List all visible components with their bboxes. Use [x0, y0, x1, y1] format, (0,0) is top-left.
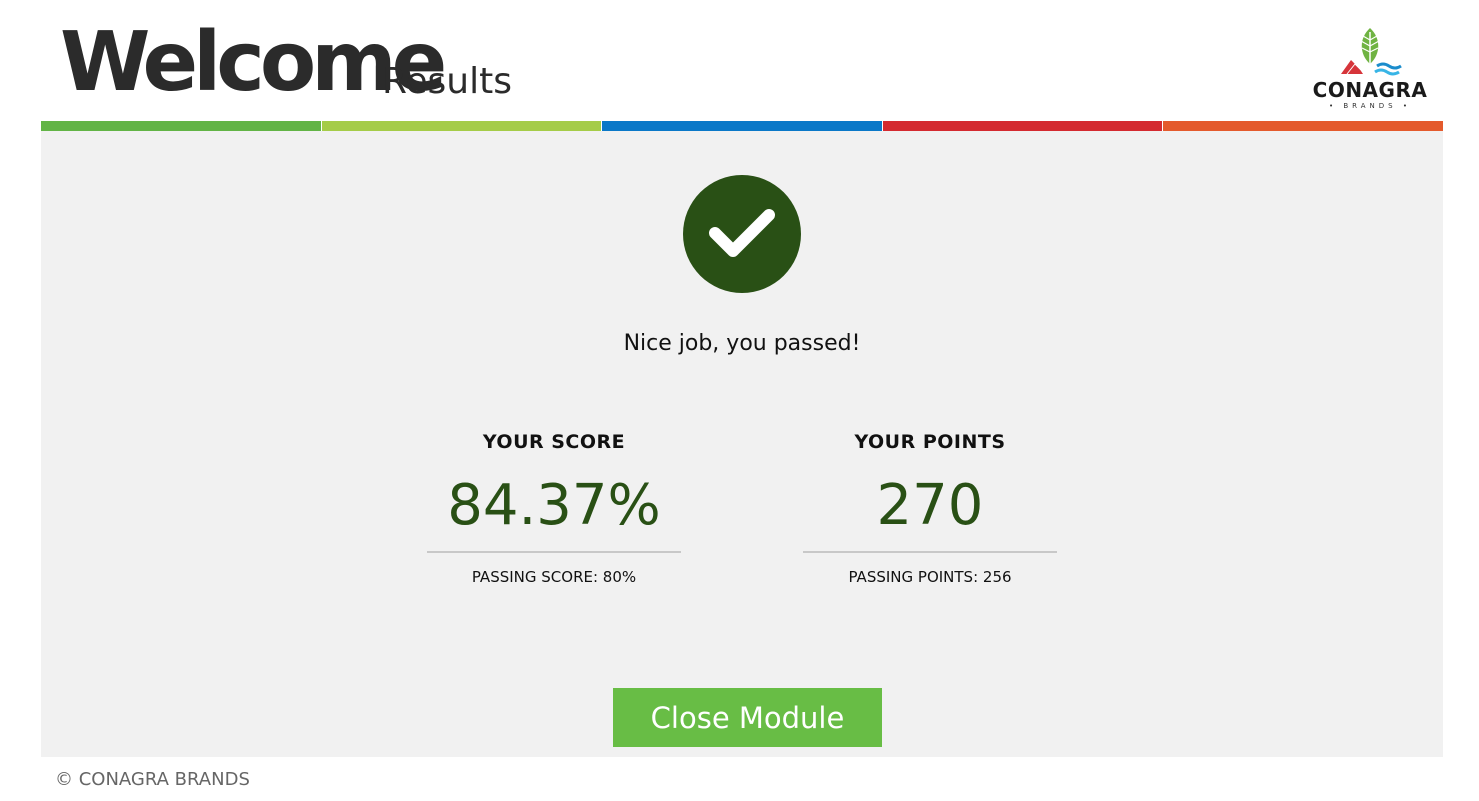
- result-message: Nice job, you passed!: [623, 331, 861, 356]
- page-header: Welcome Results CONAGRA • BRANDS •: [41, 0, 1443, 121]
- conagra-logo: CONAGRA • BRANDS •: [1311, 24, 1435, 114]
- score-divider: [427, 551, 681, 553]
- points-value: 270: [876, 473, 984, 538]
- logo-wordmark: CONAGRA: [1312, 78, 1428, 102]
- points-block: YOUR POINTS 270 PASSING POINTS: 256: [803, 431, 1057, 586]
- stripe-blue: [602, 121, 882, 131]
- score-block: YOUR SCORE 84.37% PASSING SCORE: 80%: [427, 431, 681, 586]
- stripe-red: [882, 121, 1163, 131]
- stripe-lime: [321, 121, 602, 131]
- points-divider: [803, 551, 1057, 553]
- points-label: YOUR POINTS: [854, 431, 1006, 453]
- results-panel: Nice job, you passed! YOUR SCORE 84.37% …: [41, 131, 1443, 757]
- checkmark-icon: [683, 175, 801, 293]
- score-value: 84.37%: [447, 473, 661, 538]
- passing-score: PASSING SCORE: 80%: [471, 568, 637, 586]
- logo-subtext: • BRANDS •: [1329, 102, 1411, 110]
- close-module-button[interactable]: Close Module: [613, 688, 882, 747]
- passing-points: PASSING POINTS: 256: [848, 568, 1012, 586]
- copyright-footer: © CONAGRA BRANDS: [55, 769, 250, 790]
- stripe-green: [41, 121, 321, 131]
- section-title: Results: [382, 61, 512, 102]
- conagra-leaf-icon: [1341, 28, 1402, 76]
- stripe-orange: [1163, 121, 1443, 131]
- score-label: YOUR SCORE: [482, 431, 626, 453]
- color-stripe: [41, 121, 1443, 131]
